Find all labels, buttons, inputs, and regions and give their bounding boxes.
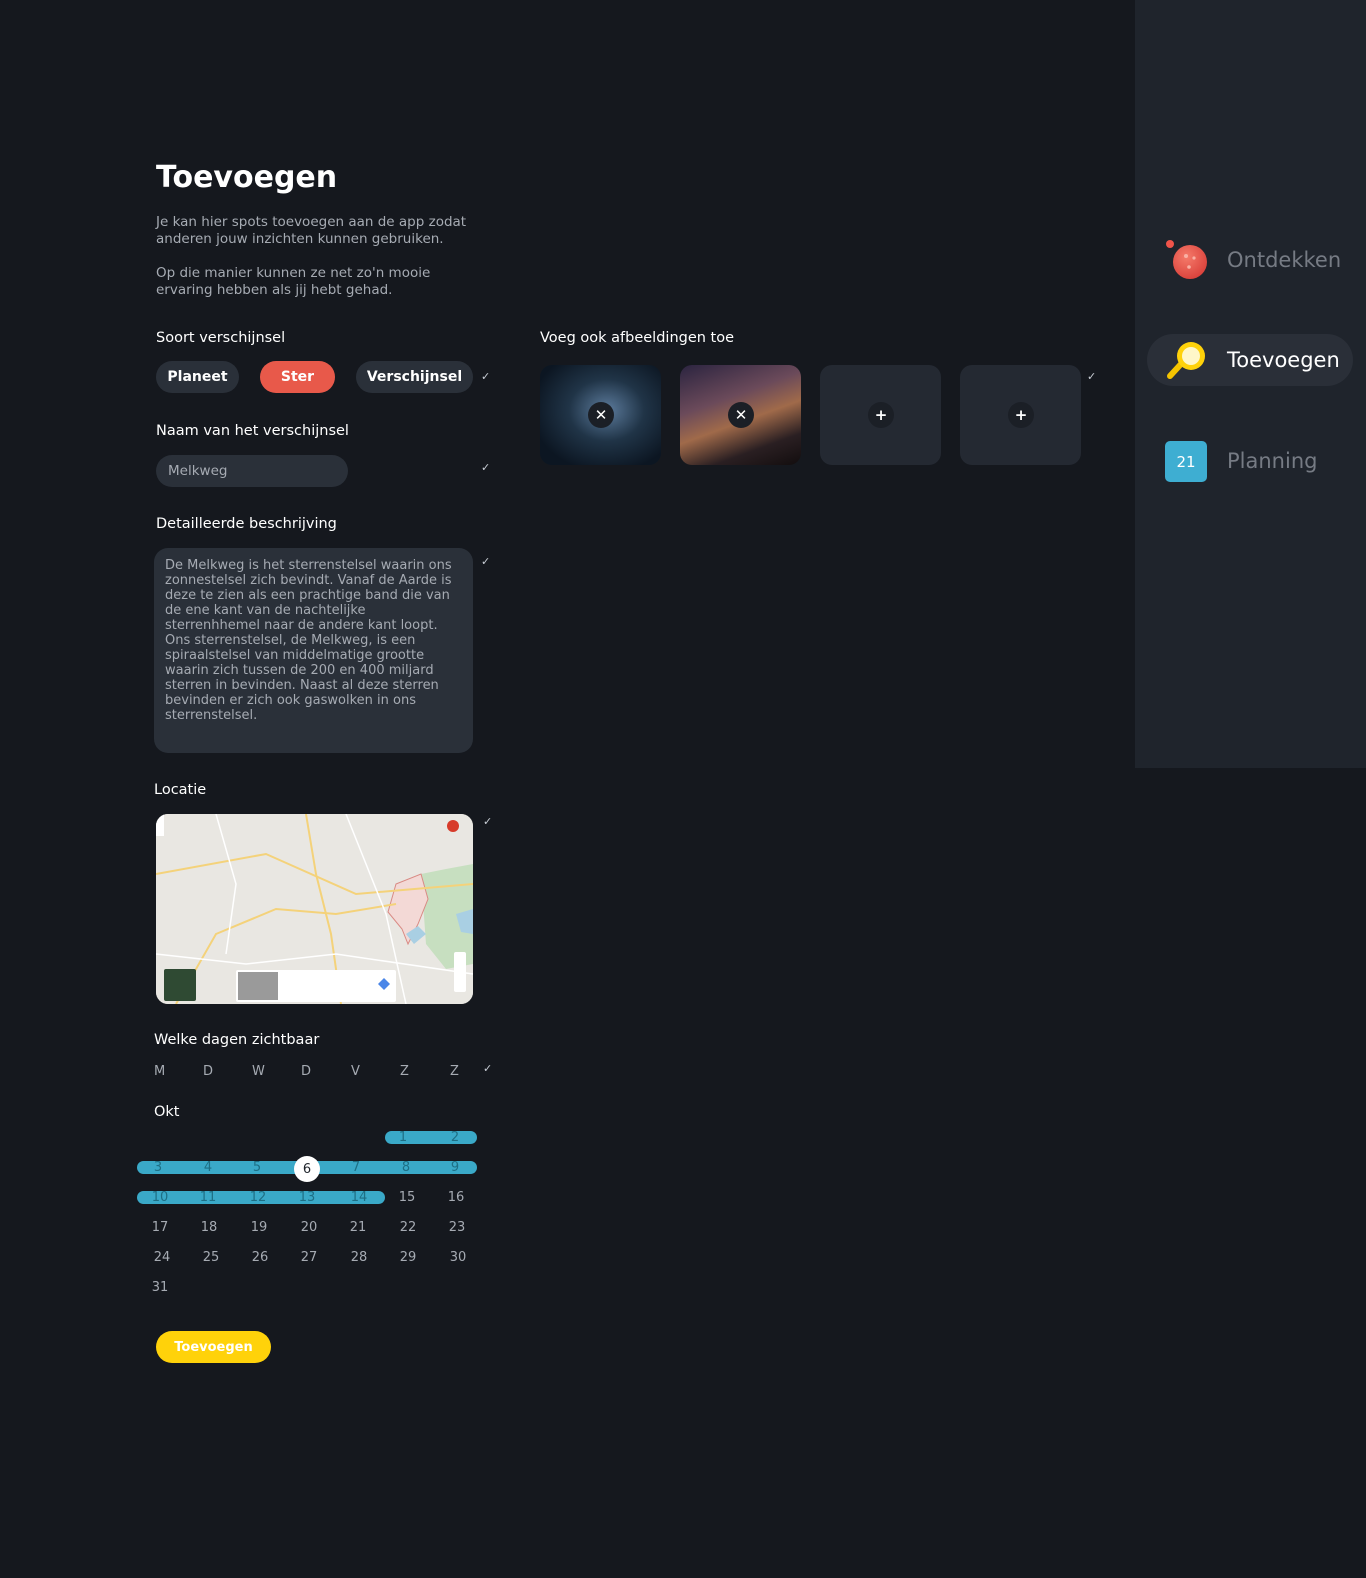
page-title: Toevoegen [156,160,338,195]
calendar-day[interactable]: 19 [247,1220,271,1235]
name-label: Naam van het verschijnsel [156,423,349,439]
calendar-day[interactable]: 18 [197,1220,221,1235]
calendar-day[interactable]: 14 [347,1190,371,1205]
weekday-label: D [301,1064,312,1079]
calendar-day[interactable]: 25 [199,1250,223,1265]
calendar-day[interactable]: 11 [196,1190,220,1205]
type-option-planeet[interactable]: Planeet [156,361,239,393]
calendar-day[interactable]: 20 [297,1220,321,1235]
image-slot-empty[interactable]: + [820,365,941,465]
calendar-day[interactable]: 26 [248,1250,272,1265]
calendar-day[interactable]: 28 [347,1250,371,1265]
description-textarea[interactable]: De Melkweg is het sterrenstelsel waarin … [154,548,473,753]
sidebar-item-label: Toevoegen [1227,348,1340,372]
weekday-label: D [203,1064,214,1079]
calendar-day[interactable]: 8 [394,1160,418,1175]
planet-icon [1166,240,1207,279]
days-label: Welke dagen zichtbaar [154,1032,320,1048]
weekday-label: Z [400,1064,409,1079]
image-tile-2[interactable]: ✕ [680,365,801,465]
check-icon: ✓ [481,461,491,474]
calendar-day[interactable]: 2 [443,1130,467,1145]
type-option-ster[interactable]: Ster [260,361,335,393]
weekday-label: Z [450,1064,459,1079]
calendar-day[interactable]: 15 [395,1190,419,1205]
sidebar-item-label: Planning [1227,449,1318,473]
plus-icon: + [1014,406,1028,424]
calendar-day[interactable]: 17 [148,1220,172,1235]
close-icon: ✕ [594,406,608,424]
plus-icon: + [874,406,888,424]
calendar-day[interactable]: 4 [196,1160,220,1175]
calendar-day[interactable]: 24 [150,1250,174,1265]
check-icon: ✓ [481,555,491,568]
calendar-day[interactable]: 13 [295,1190,319,1205]
calendar-day[interactable]: 27 [297,1250,321,1265]
magnifier-icon [1167,342,1205,379]
name-input[interactable] [156,455,348,487]
check-icon: ✓ [481,370,491,383]
location-label: Locatie [154,782,207,798]
close-icon: ✕ [734,406,748,424]
calendar-day[interactable]: 1 [391,1130,415,1145]
calendar-day[interactable]: 5 [245,1160,269,1175]
remove-image-button[interactable]: ✕ [728,402,754,428]
calendar-day[interactable]: 22 [396,1220,420,1235]
description-label: Detailleerde beschrijving [156,516,337,532]
sidebar: Ontdekken Toevoegen 21 Planning [1135,0,1366,768]
weekday-label: W [252,1064,265,1079]
calendar-day[interactable]: 10 [148,1190,172,1205]
calendar-day[interactable]: 12 [246,1190,270,1205]
calendar-day[interactable]: 3 [146,1160,170,1175]
calendar-day[interactable]: 23 [445,1220,469,1235]
intro-paragraph: Je kan hier spots toevoegen aan de app z… [156,214,467,247]
map-graphic [156,814,473,1004]
calendar-day[interactable]: 21 [346,1220,370,1235]
calendar-day[interactable]: 29 [396,1250,420,1265]
type-label: Soort verschijnsel [156,330,286,346]
calendar-day[interactable]: 30 [446,1250,470,1265]
calendar-day-today[interactable]: 6 [294,1156,320,1182]
sidebar-item-toevoegen[interactable]: Toevoegen [1147,334,1353,386]
calendar-day[interactable]: 16 [444,1190,468,1205]
type-option-verschijnsel[interactable]: Verschijnsel [356,361,473,393]
sidebar-item-planning[interactable]: 21 Planning [1147,435,1353,487]
month-label: Okt [154,1104,180,1120]
calendar-day[interactable]: 31 [148,1280,172,1295]
check-icon: ✓ [483,815,493,828]
calendar-day[interactable]: 7 [344,1160,368,1175]
add-image-button[interactable]: + [868,402,894,428]
calendar-day[interactable]: 9 [443,1160,467,1175]
weekday-label: V [351,1064,360,1079]
add-image-button[interactable]: + [1008,402,1034,428]
remove-image-button[interactable]: ✕ [588,402,614,428]
image-slot-empty[interactable]: + [960,365,1081,465]
images-label: Voeg ook afbeeldingen toe [540,330,735,346]
location-map[interactable] [156,814,473,1004]
sidebar-item-ontdekken[interactable]: Ontdekken [1147,234,1353,286]
calendar-icon: 21 [1165,441,1207,482]
image-tile-1[interactable]: ✕ [540,365,661,465]
check-icon: ✓ [483,1062,493,1075]
intro-paragraph: Op die manier kunnen ze net zo'n mooie e… [156,265,431,298]
submit-button[interactable]: Toevoegen [156,1331,271,1363]
sidebar-item-label: Ontdekken [1227,248,1342,272]
weekday-label: M [154,1064,166,1079]
check-icon: ✓ [1087,370,1097,383]
calendar-badge: 21 [1176,452,1196,471]
